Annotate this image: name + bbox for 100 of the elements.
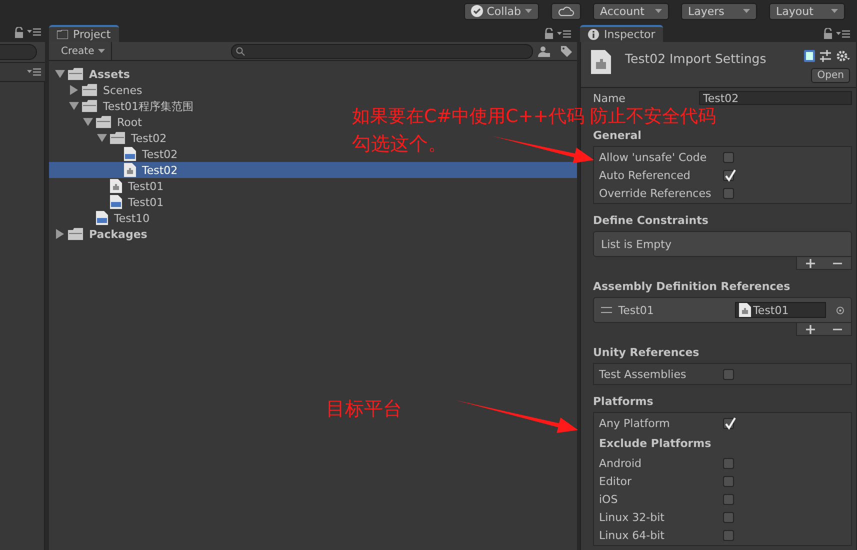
tree-item[interactable]: Test02: [110, 147, 178, 161]
csharp-file-icon: [96, 211, 108, 225]
checkbox[interactable]: [723, 494, 734, 504]
settings-icon[interactable]: [836, 50, 850, 62]
menu-icon[interactable]: [557, 30, 571, 38]
folder-icon: [57, 30, 68, 39]
toggle-label: Override References: [599, 186, 712, 200]
filter-type-icon[interactable]: [538, 46, 550, 56]
toggle-label: Editor: [599, 474, 633, 488]
inspector-title: Test02 Import Settings: [625, 51, 768, 68]
folder-icon: [82, 84, 97, 96]
folder-icon: [68, 68, 83, 80]
toggle-label: iOS: [599, 492, 619, 506]
puzzle-file-icon: [124, 163, 136, 177]
help-book-icon[interactable]: [804, 50, 815, 62]
section-heading: Define Constraints: [593, 212, 710, 228]
caret-icon: [743, 9, 750, 13]
menu-icon[interactable]: [836, 30, 850, 38]
search-icon: [236, 46, 245, 56]
toggle-label: Linux 64-bit: [599, 528, 666, 542]
puzzle-file-icon: [739, 303, 752, 317]
checkbox[interactable]: [723, 170, 734, 180]
tree-item[interactable]: Packages: [54, 228, 148, 240]
tree-item[interactable]: Test02: [96, 132, 167, 144]
collapsed-arrow-icon[interactable]: [54, 229, 66, 239]
expanded-arrow-icon[interactable]: [96, 133, 108, 143]
folder-icon: [82, 100, 97, 112]
lock-icon[interactable]: [823, 28, 833, 39]
info-icon: [588, 29, 599, 40]
toggle-label: Android: [599, 456, 643, 470]
expanded-arrow-icon[interactable]: [68, 101, 80, 111]
section-heading: Platforms: [593, 394, 654, 409]
plus-icon[interactable]: [806, 324, 815, 334]
tree-item[interactable]: Test01程序集范围: [68, 98, 194, 114]
section-heading: Assembly Definition References: [593, 278, 792, 294]
tree-item[interactable]: Test01: [96, 179, 164, 193]
section-heading: General: [593, 128, 642, 143]
drag-handle-icon[interactable]: [601, 307, 612, 313]
lock-icon[interactable]: [14, 26, 24, 38]
reference-name: Test01: [618, 304, 655, 316]
caret-icon: [98, 49, 106, 53]
lock-icon[interactable]: [544, 28, 554, 39]
tree-item[interactable]: Assets: [54, 68, 130, 80]
folder-icon: [96, 116, 111, 128]
section-heading: Unity References: [593, 344, 700, 360]
cloud-icon: [558, 6, 574, 16]
plus-icon[interactable]: [806, 258, 815, 268]
folder-icon: [68, 228, 83, 240]
expanded-arrow-icon[interactable]: [54, 69, 66, 79]
annotation-text: 勾选这个。: [352, 133, 447, 155]
toggle-label: Any Platform: [599, 416, 671, 430]
project-tab[interactable]: Project: [49, 25, 119, 42]
tree-item[interactable]: Scenes: [68, 84, 142, 96]
sliders-icon[interactable]: [820, 50, 831, 62]
dropdown-button[interactable]: Account: [593, 2, 669, 20]
tree-item[interactable]: Test10: [82, 211, 150, 225]
empty-list-text: List is Empty: [601, 238, 672, 250]
toggle-label: Linux 32-bit: [599, 510, 666, 524]
create-dropdown[interactable]: Create: [49, 42, 112, 60]
tree-item[interactable]: Test01: [96, 195, 164, 209]
toggle-label: Test Assemblies: [599, 368, 688, 380]
checkbox[interactable]: [723, 512, 734, 522]
field-label: Name: [593, 92, 626, 104]
dropdown-button[interactable]: Layout: [769, 2, 845, 20]
tag-icon[interactable]: [560, 46, 572, 56]
caret-icon: [831, 9, 838, 13]
inspector-tab[interactable]: Inspector: [580, 25, 664, 42]
checkbox[interactable]: [723, 476, 734, 486]
object-field[interactable]: Test01: [735, 302, 826, 318]
subheading: Exclude Platforms: [599, 436, 712, 450]
name-field[interactable]: Test02: [699, 91, 852, 105]
annotation-text: 目标平台: [326, 398, 402, 420]
tree-item[interactable]: Test02: [49, 162, 577, 178]
menu-icon[interactable]: [27, 28, 41, 36]
dropdown-button[interactable]: Layers: [681, 2, 757, 20]
checkbox[interactable]: [723, 530, 734, 540]
caret-icon: [655, 9, 662, 13]
puzzle-file-icon: [591, 50, 611, 74]
checkbox[interactable]: [723, 368, 734, 380]
collab-button[interactable]: Collab: [464, 2, 539, 20]
toggle-label: Allow 'unsafe' Code: [599, 150, 708, 164]
check-circle-icon: [470, 5, 483, 17]
menu-icon[interactable]: [27, 68, 41, 76]
target-icon[interactable]: [836, 306, 844, 314]
open-button[interactable]: Open: [811, 68, 850, 83]
folder-icon: [110, 132, 125, 144]
checkbox[interactable]: [723, 458, 734, 468]
checkbox[interactable]: [723, 188, 734, 198]
tree-item[interactable]: Root: [82, 116, 142, 128]
annotation-text: 如果要在C#中使用C++代码 防止不安全代码: [352, 107, 716, 126]
expanded-arrow-icon[interactable]: [82, 117, 94, 127]
csharp-file-icon: [124, 147, 136, 161]
checkbox[interactable]: [723, 152, 734, 162]
csharp-file-icon: [110, 195, 122, 209]
caret-icon: [525, 9, 532, 13]
toggle-label: Auto Referenced: [599, 168, 692, 182]
collapsed-arrow-icon[interactable]: [68, 85, 80, 95]
puzzle-file-icon: [110, 179, 122, 193]
checkbox[interactable]: [723, 418, 734, 428]
cloud-button[interactable]: [551, 2, 581, 20]
